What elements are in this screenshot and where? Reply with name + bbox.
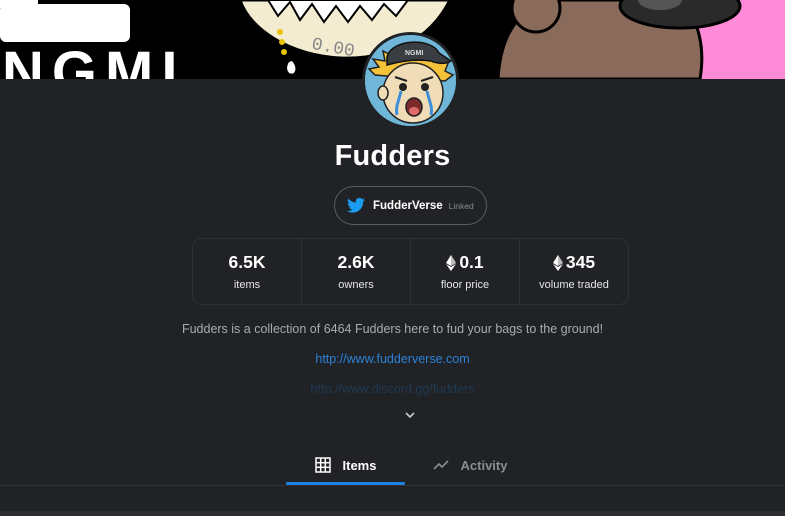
stat-volume-traded-label: volume traded: [539, 279, 609, 291]
chevron-down-icon[interactable]: [404, 407, 416, 419]
twitter-bird-icon: [347, 198, 365, 213]
banner-text: NGMI: [2, 40, 185, 79]
stat-floor-price[interactable]: 0.1 floor price: [411, 239, 520, 304]
ethereum-icon: [446, 254, 457, 271]
collection-description: Fudders is a collection of 6464 Fudders …: [181, 322, 604, 336]
tab-items[interactable]: Items: [286, 445, 405, 485]
stat-owners-value: 2.6K: [337, 252, 375, 272]
collection-page: NGMI 0.00 NGMI Fudders FudderVerse Linke…: [0, 0, 785, 516]
stat-volume-traded[interactable]: 345 volume traded: [520, 239, 628, 304]
stat-items-label: items: [233, 279, 261, 291]
content-area-edge: [0, 511, 785, 516]
stat-items-value: 6.5K: [228, 252, 266, 272]
tab-items-label: Items: [342, 457, 377, 473]
collection-title: Fudders: [334, 140, 451, 172]
collection-avatar[interactable]: NGMI: [362, 32, 459, 129]
tab-activity[interactable]: Activity: [420, 445, 520, 485]
stat-owners[interactable]: 2.6K owners: [302, 239, 411, 304]
stat-owners-label: owners: [338, 279, 374, 291]
stat-items[interactable]: 6.5K items: [193, 239, 302, 304]
trending-line-icon: [432, 457, 449, 473]
stat-volume-traded-value: 345: [565, 252, 596, 272]
crying-fudder-avatar-icon: NGMI: [365, 35, 456, 126]
grid-icon: [314, 457, 331, 473]
website-link[interactable]: http://www.fudderverse.com: [0, 352, 785, 366]
twitter-link-button[interactable]: FudderVerse Linked: [334, 186, 487, 225]
collection-stats: 6.5K items 2.6K owners 0.1 floor price 3…: [192, 238, 629, 305]
ethereum-icon: [552, 254, 563, 271]
svg-text:NGMI: NGMI: [405, 50, 423, 57]
tabs-divider: [0, 485, 785, 486]
stat-floor-price-value: 0.1: [459, 252, 484, 272]
tab-activity-label: Activity: [460, 457, 508, 473]
stat-floor-price-label: floor price: [440, 279, 490, 291]
discord-link[interactable]: http://www.discord.gg/fudders: [0, 382, 785, 396]
twitter-handle: FudderVerse: [373, 199, 443, 212]
twitter-linked-status: Linked: [448, 200, 474, 211]
